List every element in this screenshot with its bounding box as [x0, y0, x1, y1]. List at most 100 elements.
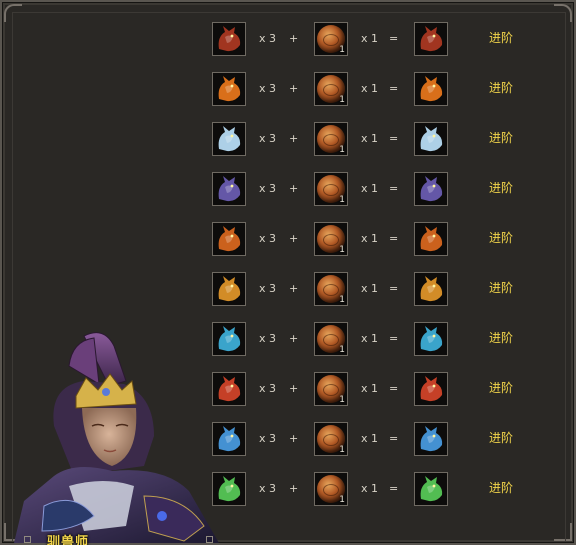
recipe-row: x 3 +1 x 1 = 进阶 [212, 320, 552, 370]
shadow-wolf-icon[interactable] [212, 172, 246, 206]
advance-button[interactable]: 进阶 [489, 131, 513, 145]
advance-button[interactable]: 进阶 [489, 331, 513, 345]
material-stack-count: 1 [339, 395, 345, 405]
pet-quantity-label: x 3 [259, 132, 277, 145]
plus-sign: + [289, 332, 299, 345]
equals-sign: = [389, 32, 399, 45]
advance-button[interactable]: 进阶 [489, 231, 513, 245]
evolution-orb-icon[interactable]: 1 [314, 422, 348, 456]
recipe-row: x 3 +1 x 1 = 进阶 [212, 370, 552, 420]
evolution-orb-icon[interactable]: 1 [314, 72, 348, 106]
fire-fox-icon[interactable] [212, 72, 246, 106]
pet-quantity-label: x 3 [259, 432, 277, 445]
plus-sign: + [289, 232, 299, 245]
advance-button[interactable]: 进阶 [489, 281, 513, 295]
frame-corner-ornament [4, 4, 22, 22]
evolution-orb-icon[interactable]: 1 [314, 372, 348, 406]
pet-quantity-label: x 3 [259, 32, 277, 45]
pet-quantity-label: x 3 [259, 482, 277, 495]
plus-sign: + [289, 282, 299, 295]
evolution-orb-icon[interactable]: 1 [314, 322, 348, 356]
sky-dragon-icon[interactable] [414, 422, 448, 456]
flame-beast-icon[interactable] [414, 222, 448, 256]
frame-corner-ornament [554, 4, 572, 22]
pet-quantity-label: x 3 [259, 282, 277, 295]
advance-button[interactable]: 进阶 [489, 181, 513, 195]
recipe-row: x 3 +1 x 1 = 进阶 [212, 470, 552, 520]
plus-sign: + [289, 32, 299, 45]
material-stack-count: 1 [339, 445, 345, 455]
advance-button[interactable]: 进阶 [489, 381, 513, 395]
evolution-orb-icon[interactable]: 1 [314, 172, 348, 206]
equals-sign: = [389, 82, 399, 95]
npc-name: 驯兽师 [47, 535, 90, 545]
material-stack-count: 1 [339, 295, 345, 305]
equals-sign: = [389, 482, 399, 495]
evolution-orb-icon[interactable]: 1 [314, 22, 348, 56]
plus-sign: + [289, 482, 299, 495]
plus-sign: + [289, 82, 299, 95]
evolution-orb-icon[interactable]: 1 [314, 472, 348, 506]
equals-sign: = [389, 182, 399, 195]
recipe-row: x 3 +1 x 1 = 进阶 [212, 220, 552, 270]
material-quantity-label: x 1 [361, 232, 379, 245]
frame-bottom-ornament [206, 536, 213, 543]
material-quantity-label: x 1 [361, 482, 379, 495]
pet-quantity-label: x 3 [259, 82, 277, 95]
advance-button[interactable]: 进阶 [489, 31, 513, 45]
material-stack-count: 1 [339, 195, 345, 205]
golden-dragon-icon[interactable] [212, 272, 246, 306]
material-stack-count: 1 [339, 45, 345, 55]
equals-sign: = [389, 232, 399, 245]
recipe-row: x 3 +1 x 1 = 进阶 [212, 20, 552, 70]
red-spiked-beast-icon[interactable] [212, 22, 246, 56]
pet-quantity-label: x 3 [259, 232, 277, 245]
equals-sign: = [389, 432, 399, 445]
azure-wolf-icon[interactable] [414, 322, 448, 356]
red-spiked-beast-icon[interactable] [414, 22, 448, 56]
frame-bottom-ornament [24, 536, 31, 543]
golden-dragon-icon[interactable] [414, 272, 448, 306]
plus-sign: + [289, 132, 299, 145]
crimson-dragon-icon[interactable] [414, 372, 448, 406]
material-quantity-label: x 1 [361, 82, 379, 95]
recipe-row: x 3 +1 x 1 = 进阶 [212, 270, 552, 320]
ice-fox-icon[interactable] [414, 122, 448, 156]
shadow-wolf-icon[interactable] [414, 172, 448, 206]
equals-sign: = [389, 132, 399, 145]
recipe-row: x 3 +1 x 1 = 进阶 [212, 170, 552, 220]
material-quantity-label: x 1 [361, 282, 379, 295]
material-stack-count: 1 [339, 245, 345, 255]
advance-button[interactable]: 进阶 [489, 431, 513, 445]
material-stack-count: 1 [339, 495, 345, 505]
pet-quantity-label: x 3 [259, 382, 277, 395]
equals-sign: = [389, 382, 399, 395]
ice-fox-icon[interactable] [212, 122, 246, 156]
flame-beast-icon[interactable] [212, 222, 246, 256]
material-quantity-label: x 1 [361, 182, 379, 195]
plus-sign: + [289, 382, 299, 395]
evolution-orb-icon[interactable]: 1 [314, 272, 348, 306]
advance-button[interactable]: 进阶 [489, 481, 513, 495]
equals-sign: = [389, 282, 399, 295]
frame-corner-ornament [554, 523, 572, 541]
recipe-row: x 3 +1 x 1 = 进阶 [212, 70, 552, 120]
fire-fox-icon[interactable] [414, 72, 448, 106]
advance-button[interactable]: 进阶 [489, 81, 513, 95]
pet-quantity-label: x 3 [259, 182, 277, 195]
beast-tamer-portrait [14, 332, 219, 543]
equals-sign: = [389, 332, 399, 345]
material-stack-count: 1 [339, 345, 345, 355]
material-quantity-label: x 1 [361, 32, 379, 45]
material-quantity-label: x 1 [361, 332, 379, 345]
evolution-orb-icon[interactable]: 1 [314, 222, 348, 256]
material-stack-count: 1 [339, 95, 345, 105]
material-stack-count: 1 [339, 145, 345, 155]
jade-dragon-icon[interactable] [414, 472, 448, 506]
recipe-row: x 3 +1 x 1 = 进阶 [212, 120, 552, 170]
plus-sign: + [289, 182, 299, 195]
plus-sign: + [289, 432, 299, 445]
material-quantity-label: x 1 [361, 132, 379, 145]
evolution-recipe-list: x 3 +1 x 1 = 进阶 x 3 +1 x 1 = 进阶 x 3 +1 x 1 = 进阶 x 3 +1 x … [212, 20, 552, 520]
evolution-orb-icon[interactable]: 1 [314, 122, 348, 156]
